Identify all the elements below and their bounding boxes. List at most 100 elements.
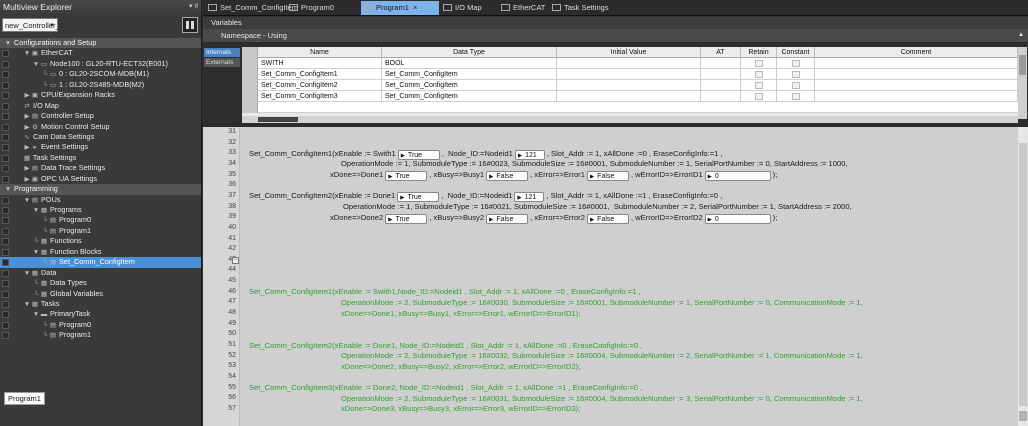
checkbox[interactable] bbox=[792, 71, 800, 78]
table-cell[interactable] bbox=[815, 69, 1018, 80]
tree-item[interactable]: ▶ ⚙ Motion Control Setup bbox=[0, 122, 201, 132]
column-header[interactable]: Initial Value bbox=[557, 47, 701, 58]
namespace-bar[interactable]: Namespace - Using ▲ bbox=[203, 29, 1028, 42]
table-cell[interactable] bbox=[701, 58, 741, 69]
tree-item[interactable]: ∿ Cam Data Settings bbox=[0, 132, 201, 142]
watch-value-box[interactable]: ▶ 0 bbox=[704, 213, 771, 224]
row-header[interactable] bbox=[242, 69, 258, 80]
table-row[interactable]: Set_Comm_ConfigItem1 Set_Comm_ConfigItem bbox=[242, 69, 1018, 80]
scroll-down-button[interactable] bbox=[1019, 411, 1027, 421]
data-type-cell[interactable]: BOOL bbox=[382, 58, 557, 69]
tree-item[interactable]: ▦ Task Settings bbox=[0, 153, 201, 163]
data-type-cell[interactable]: Set_Comm_ConfigItem bbox=[382, 80, 557, 91]
code-line[interactable]: Set_Comm_ConfigItem2(xEnable := Done1, N… bbox=[249, 340, 642, 351]
tree-item[interactable]: └ ▦ Global Variables bbox=[0, 289, 201, 299]
code-line[interactable]: xDone=>Done3, xBusy=>Busy3, xError=>Erro… bbox=[341, 403, 580, 414]
variable-name-cell[interactable]: Set_Comm_ConfigItem3 bbox=[258, 91, 382, 102]
tree-item[interactable]: └ ▦ Data Types bbox=[0, 278, 201, 288]
row-header[interactable] bbox=[242, 58, 258, 69]
checkbox[interactable] bbox=[792, 93, 800, 100]
tree-branch-icon[interactable]: └ bbox=[41, 331, 49, 341]
tab-program0[interactable]: Program0 bbox=[286, 1, 358, 15]
table-row[interactable]: Set_Comm_ConfigItem2 Set_Comm_ConfigItem bbox=[242, 80, 1018, 91]
checkbox[interactable] bbox=[755, 60, 763, 67]
column-header[interactable]: Retain bbox=[741, 47, 777, 58]
code-line[interactable]: Set_Comm_ConfigItem1(xEnable := Swith1,N… bbox=[249, 286, 641, 297]
collapse-icon[interactable]: ▲ bbox=[1018, 29, 1024, 42]
tab-program1[interactable]: Program1 × bbox=[361, 1, 439, 15]
table-cell[interactable] bbox=[557, 69, 701, 80]
fold-icon[interactable]: − bbox=[232, 256, 239, 264]
row-header[interactable] bbox=[242, 80, 258, 91]
tree-item[interactable]: ▶ ▤ Data Trace Settings bbox=[0, 163, 201, 173]
column-header[interactable]: Data Type bbox=[382, 47, 557, 58]
scroll-thumb[interactable] bbox=[258, 117, 298, 122]
tree-item[interactable]: ▼ ▤ POUs bbox=[0, 195, 201, 205]
column-header[interactable]: Name bbox=[258, 47, 382, 58]
column-header[interactable]: Constant bbox=[777, 47, 815, 58]
tree-item[interactable]: ▶ ▤ Controller Setup bbox=[0, 111, 201, 121]
tab-i-o-map[interactable]: I/O Map bbox=[440, 1, 496, 15]
tree-item[interactable]: ▼ ▦ Tasks bbox=[0, 299, 201, 309]
table-cell[interactable] bbox=[701, 80, 741, 91]
tree-item[interactable]: └ ▤ Program0 bbox=[0, 215, 201, 225]
row-header[interactable] bbox=[242, 102, 258, 113]
code-line[interactable]: OperationMode := 1, SubmoduleType := 16#… bbox=[343, 201, 852, 212]
scroll-thumb[interactable] bbox=[1019, 143, 1027, 406]
row-header[interactable] bbox=[242, 91, 258, 102]
st-code-editor[interactable]: 3132333435363738394041424344454647484950… bbox=[203, 127, 1018, 426]
variables-vertical-scrollbar[interactable] bbox=[1018, 47, 1027, 119]
tree-item[interactable]: └ ▤ Program1 bbox=[0, 330, 201, 340]
explorer-bottom-tab[interactable]: Program1 bbox=[4, 392, 45, 405]
watch-value-box[interactable]: ▶ False bbox=[486, 213, 529, 224]
checkbox[interactable] bbox=[755, 93, 763, 100]
variables-horizontal-scrollbar[interactable] bbox=[242, 116, 1018, 123]
variables-panel-title[interactable]: Variables bbox=[203, 17, 1028, 29]
table-row[interactable] bbox=[242, 102, 1018, 113]
tree-item[interactable]: └ ▭ 1 : GL20-2S485-MDB(M2) bbox=[0, 80, 201, 90]
editor-vertical-scrollbar[interactable] bbox=[1018, 127, 1028, 426]
code-line[interactable]: xDone=>Done2, xBusy=>Busy2, xError=>Erro… bbox=[341, 361, 580, 372]
tree-item[interactable]: └ ▭ 0 : GL20-2SCOM-MDB(M1) bbox=[0, 69, 201, 79]
data-type-cell[interactable]: Set_Comm_ConfigItem bbox=[382, 91, 557, 102]
tree-item[interactable]: ▼ Configurations and Setup bbox=[0, 38, 201, 49]
watch-value-box[interactable]: ▶ True bbox=[385, 213, 428, 224]
column-header[interactable]: AT bbox=[701, 47, 741, 58]
pin-icon[interactable]: ▾ ♯ bbox=[189, 0, 198, 14]
tree-item[interactable]: ▼ Programming bbox=[0, 184, 201, 195]
tree-item[interactable]: ▼ ▦ Function Blocks bbox=[0, 247, 201, 257]
watch-value-box[interactable]: ▶ 0 bbox=[704, 171, 771, 182]
tree-item[interactable]: └ ▤ Set_Comm_ConfigItem bbox=[0, 257, 201, 268]
tree-item[interactable]: ▼ ▣ EtherCAT bbox=[0, 48, 201, 58]
tree-item[interactable]: ▼ ▬ PrimaryTask bbox=[0, 309, 201, 319]
code-line[interactable]: xDone=>Done2 ▶ True, xBusy=>Busy2 ▶ False, x… bbox=[330, 212, 777, 224]
close-icon[interactable]: × bbox=[413, 3, 417, 12]
tree-item[interactable]: ⇄ I/O Map bbox=[0, 101, 201, 111]
table-row[interactable]: Set_Comm_ConfigItem3 Set_Comm_ConfigItem bbox=[242, 91, 1018, 102]
table-cell[interactable] bbox=[701, 91, 741, 102]
tab-task-settings[interactable]: Task Settings bbox=[549, 1, 619, 15]
code-line[interactable]: xDone=>Done1, xBusy=>Busy1, xError=>Erro… bbox=[341, 308, 580, 319]
scroll-thumb[interactable] bbox=[1019, 55, 1026, 75]
checkbox[interactable] bbox=[792, 82, 800, 89]
code-line[interactable]: OperationMode := 1, SubmoduleType := 16#… bbox=[341, 158, 848, 169]
table-cell[interactable] bbox=[701, 69, 741, 80]
tree-item[interactable]: ▶ ▸ Event Settings bbox=[0, 142, 201, 152]
code-line[interactable]: OperationMode := 2, SubmoduleType := 16#… bbox=[341, 297, 863, 308]
table-row[interactable]: SWITH BOOL bbox=[242, 58, 1018, 69]
code-line[interactable]: OperationMode := 2, SubmoduleType := 16#… bbox=[341, 350, 863, 361]
table-cell[interactable] bbox=[815, 58, 1018, 69]
code-line[interactable]: xDone=>Done1 ▶ True, xBusy=>Busy1 ▶ False, x… bbox=[330, 169, 777, 182]
watch-value-box[interactable]: ▶ False bbox=[586, 213, 629, 224]
controller-select[interactable]: new_Controller_0 ▼ bbox=[2, 18, 64, 32]
table-cell[interactable] bbox=[557, 80, 701, 91]
tree-item[interactable]: ▶ ▣ CPU/Expansion Racks bbox=[0, 90, 201, 100]
tree-item[interactable]: ▼ ▦ Data bbox=[0, 268, 201, 278]
tree-item[interactable]: └ ▤ Program0 bbox=[0, 320, 201, 330]
variable-name-cell[interactable]: SWITH bbox=[258, 58, 382, 69]
tree-item[interactable]: └ ▦ Functions bbox=[0, 236, 201, 246]
checkbox[interactable] bbox=[792, 60, 800, 67]
table-cell[interactable] bbox=[815, 80, 1018, 91]
checkbox[interactable] bbox=[755, 82, 763, 89]
tab-ethercat[interactable]: EtherCAT bbox=[498, 1, 548, 15]
